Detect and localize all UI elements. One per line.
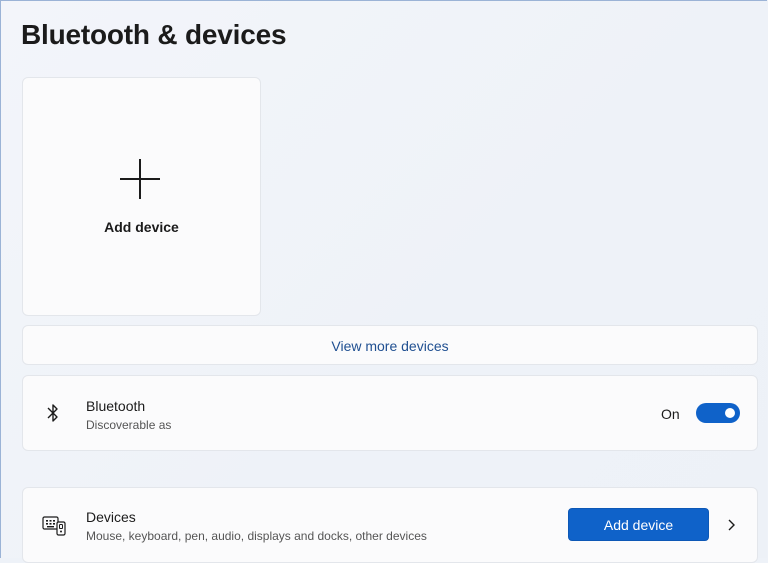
bluetooth-title: Bluetooth xyxy=(86,398,146,414)
bluetooth-icon xyxy=(47,404,58,422)
keyboard-device-icon xyxy=(42,516,66,536)
bluetooth-discoverable-text: Discoverable as xyxy=(86,418,172,432)
devices-subtitle: Mouse, keyboard, pen, audio, displays an… xyxy=(86,529,427,543)
bluetooth-toggle[interactable] xyxy=(696,403,740,423)
add-device-button[interactable]: Add device xyxy=(568,508,709,541)
settings-page: Bluetooth & devices Add device View more… xyxy=(0,0,767,563)
page-title: Bluetooth & devices xyxy=(21,19,287,50)
add-device-tile-label: Add device xyxy=(104,219,179,235)
bluetooth-state-label: On xyxy=(661,406,680,422)
devices-title: Devices xyxy=(86,509,136,525)
plus-icon xyxy=(120,159,160,199)
view-more-devices-link[interactable]: View more devices xyxy=(22,338,758,354)
toggle-knob xyxy=(725,408,735,418)
chevron-right-icon[interactable] xyxy=(725,517,737,533)
